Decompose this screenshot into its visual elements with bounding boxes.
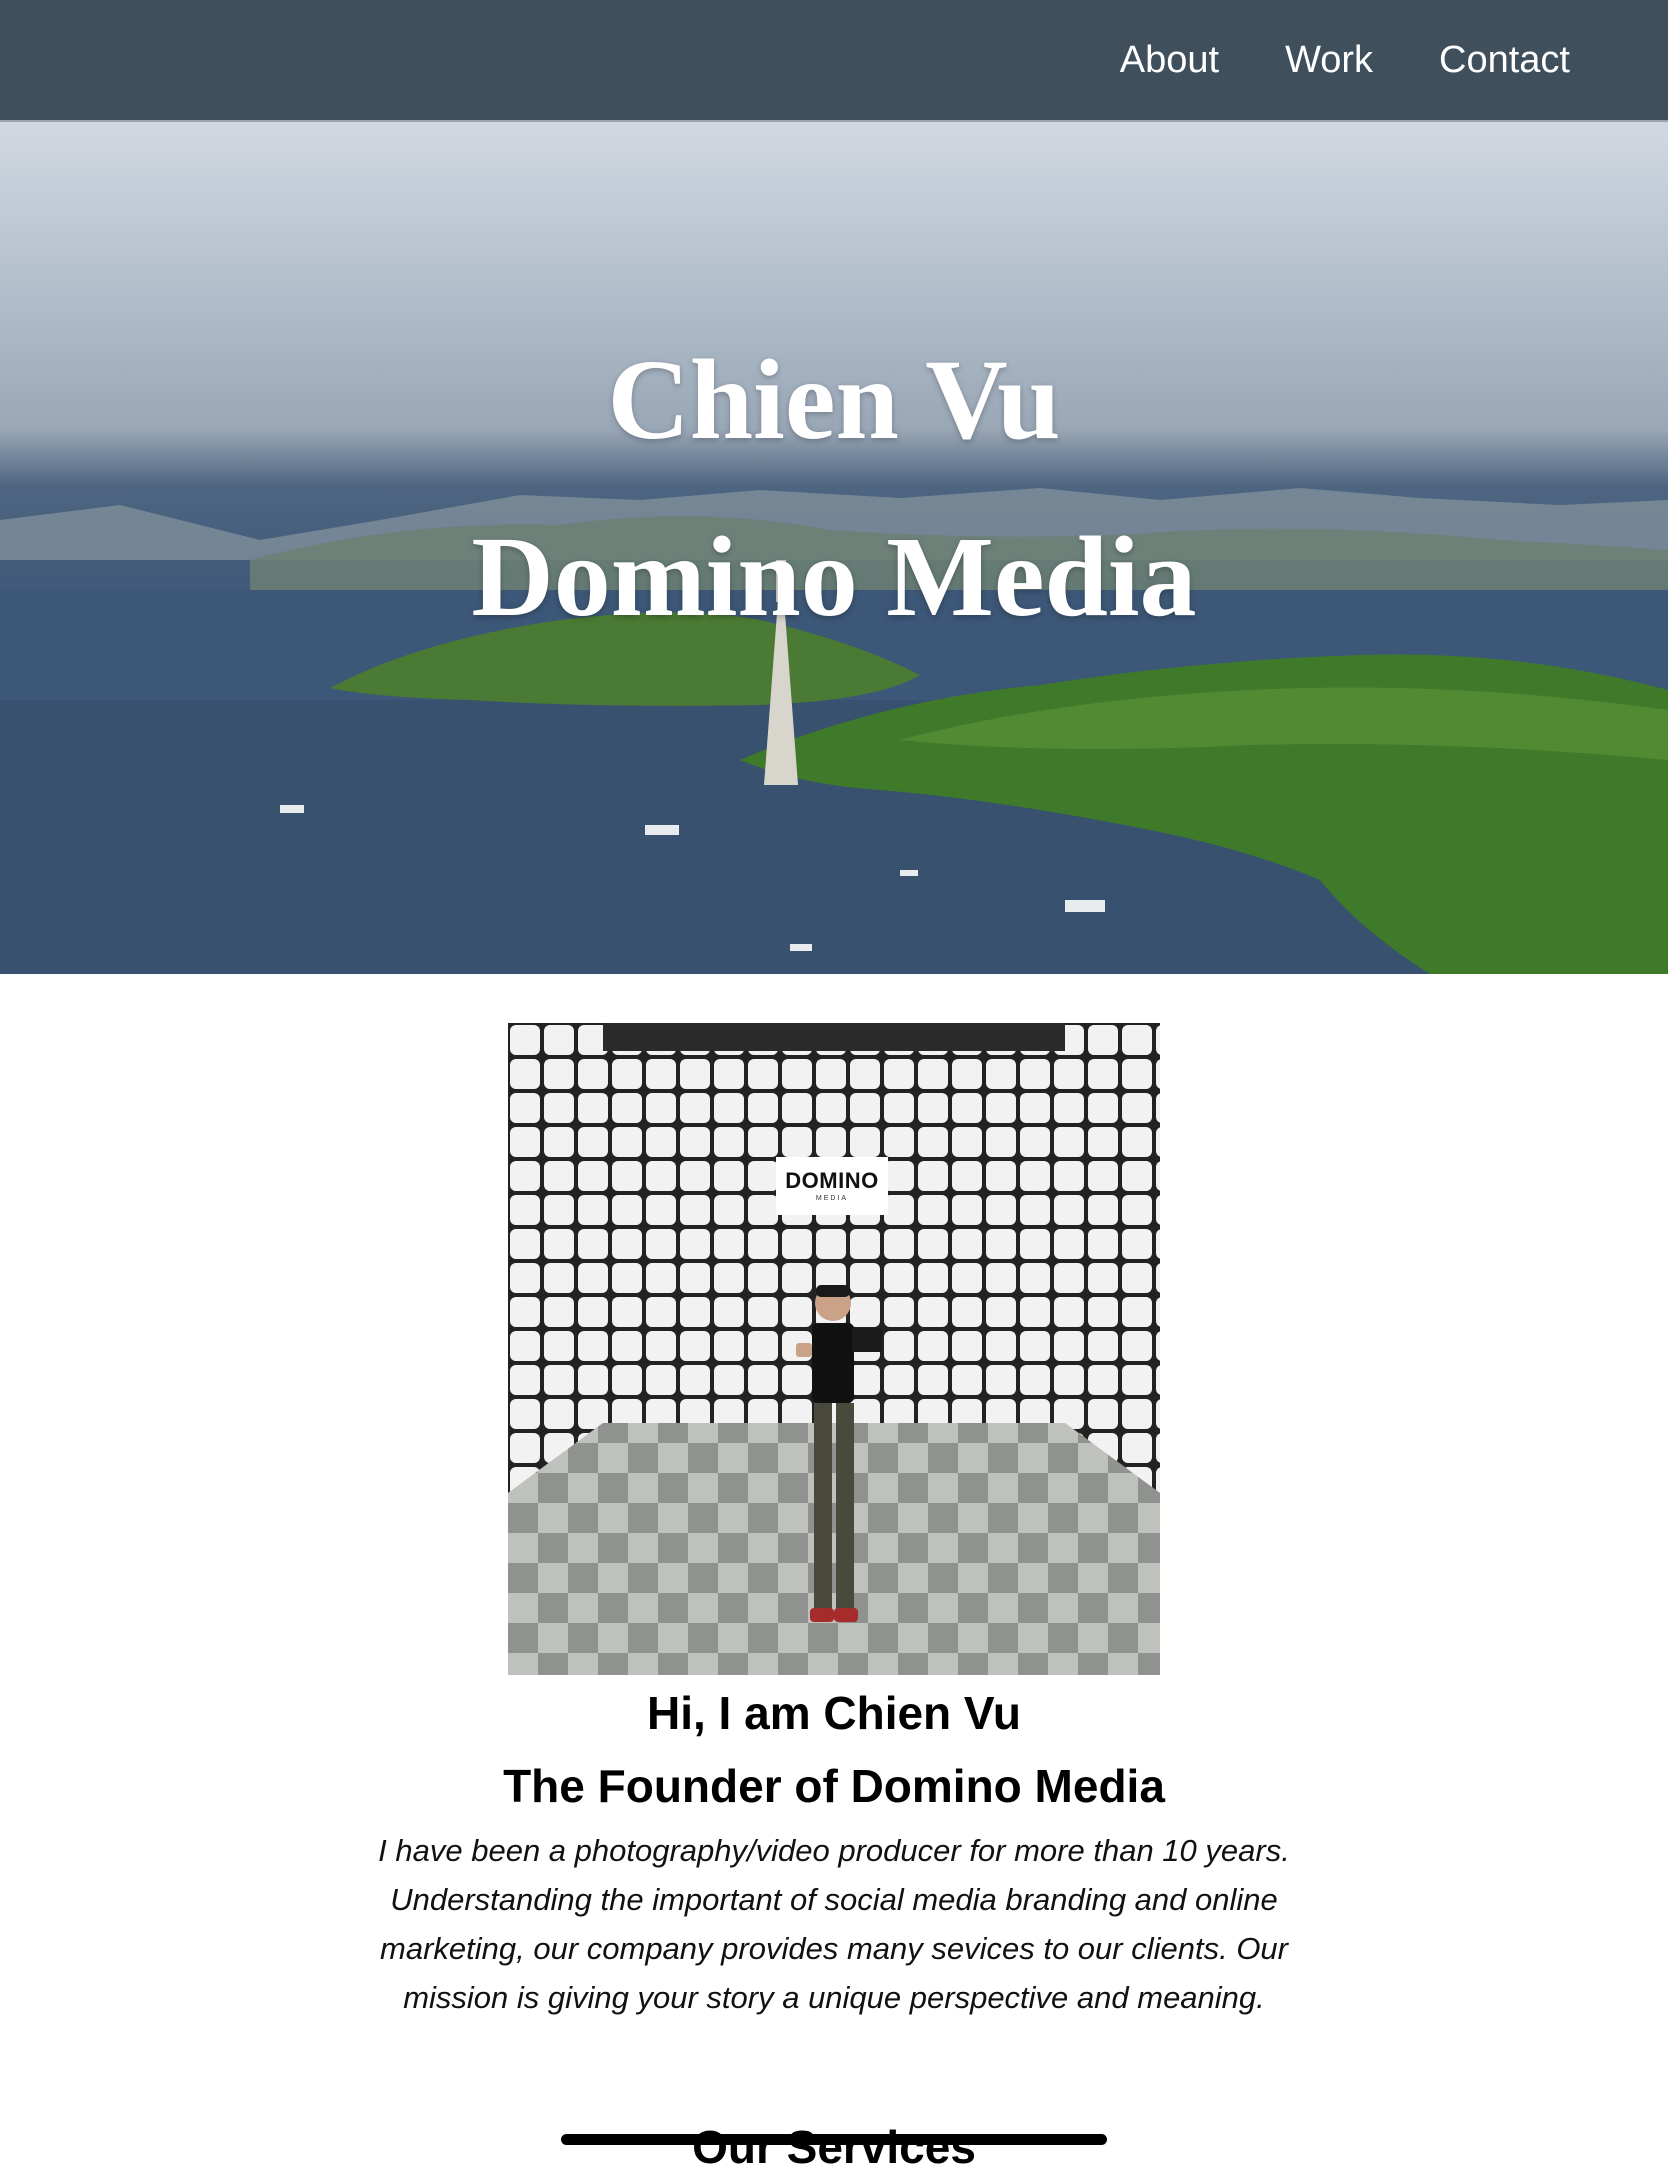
hero-landscape-image	[0, 488, 1668, 974]
hero-title-name: Chien Vu	[607, 336, 1061, 463]
founder-photo: DOMINO MEDIA	[508, 1023, 1160, 1675]
services-heading: Our Services	[692, 2121, 976, 2173]
about-greeting: Hi, I am Chien Vu	[646, 1687, 1022, 1739]
nav-item-about[interactable]: About	[1120, 39, 1219, 82]
hero-title-company: Domino Media	[471, 513, 1197, 640]
top-navbar: About Work Contact	[0, 0, 1668, 122]
nav-links: About Work Contact	[1054, 0, 1570, 120]
about-role: The Founder of Domino Media	[503, 1760, 1165, 1812]
hero-banner: About Work Contact Chien Vu Domino Media	[0, 0, 1668, 974]
about-bio: I have been a photography/video producer…	[378, 1833, 1290, 2015]
home-indicator-bar[interactable]	[561, 2134, 1107, 2145]
logo-text: DOMINO	[785, 1168, 879, 1193]
studio-photo-image	[508, 1023, 1160, 1675]
domino-logo-sign: DOMINO MEDIA	[776, 1157, 888, 1215]
logo-subtext: MEDIA	[815, 1195, 849, 1202]
nav-item-work[interactable]: Work	[1285, 39, 1373, 82]
nav-item-contact[interactable]: Contact	[1439, 39, 1570, 82]
